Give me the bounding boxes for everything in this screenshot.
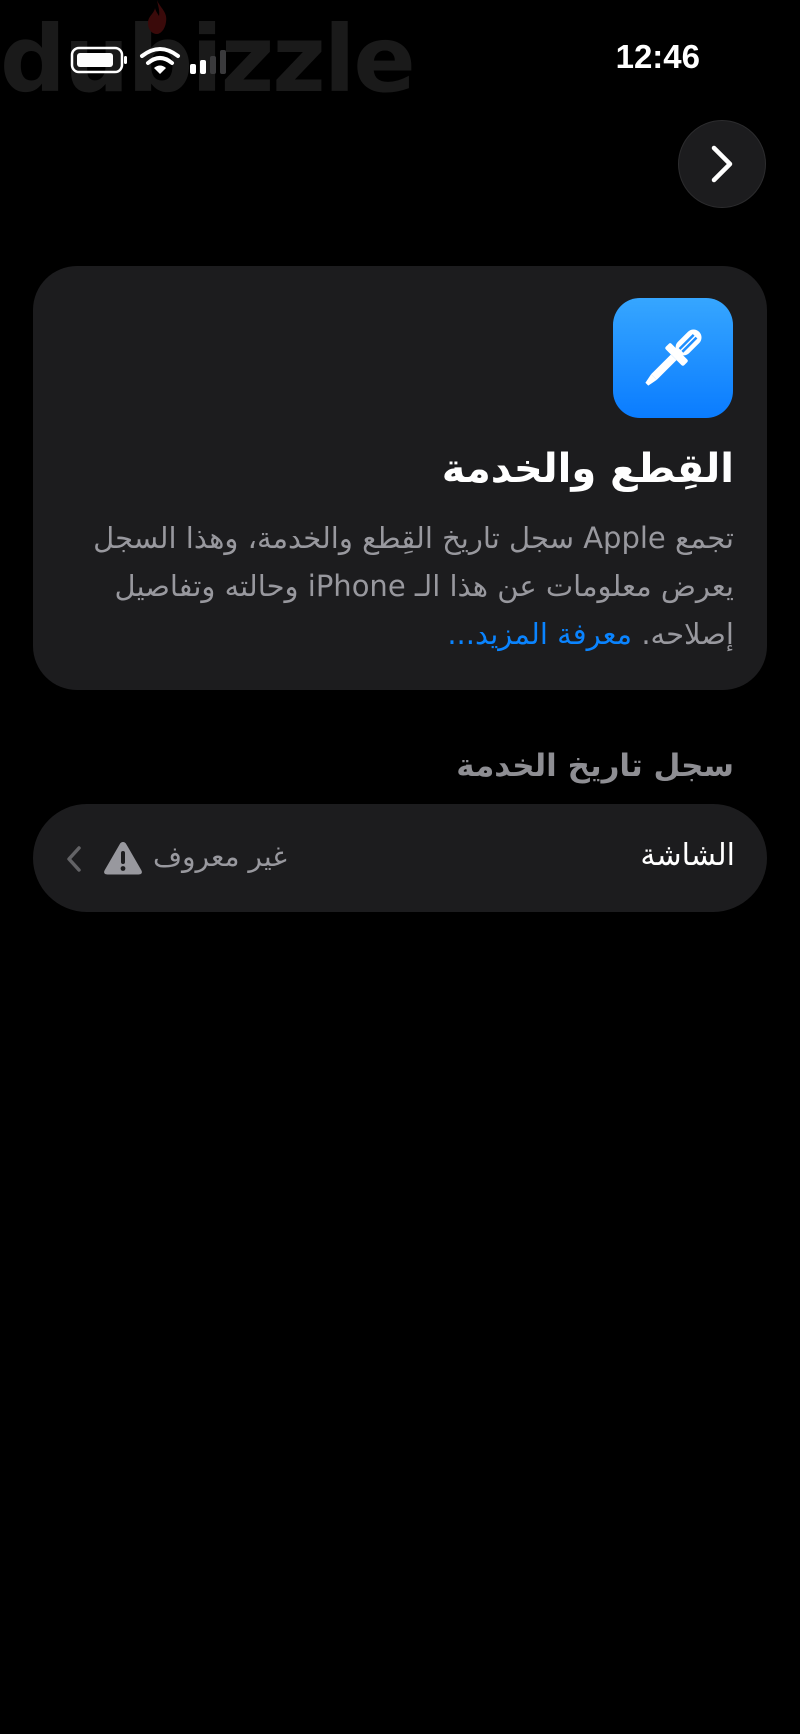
flame-icon	[148, 0, 167, 34]
description-text: تجمع Apple سجل تاريخ القِطع والخدمة، وهذ…	[93, 521, 734, 651]
parts-service-card: القِطع والخدمة تجمع Apple سجل تاريخ القِ…	[33, 266, 767, 690]
app-icon	[613, 298, 733, 418]
card-description: تجمع Apple سجل تاريخ القِطع والخدمة، وهذ…	[54, 514, 734, 658]
row-label: الشاشة	[640, 838, 735, 873]
back-button[interactable]	[678, 120, 766, 208]
wifi-icon	[140, 47, 180, 74]
screwdriver-icon	[645, 329, 702, 386]
card-title: القِطع والخدمة	[441, 446, 734, 492]
cellular-signal-icon	[190, 50, 226, 74]
status-icons	[70, 46, 226, 74]
service-history-header: سجل تاريخ الخدمة	[456, 748, 734, 784]
list-row-display[interactable]: الشاشة غير معروف	[33, 804, 767, 912]
chevron-left-icon	[67, 846, 81, 872]
status-time: 12:46	[615, 38, 700, 75]
row-status: غير معروف	[153, 840, 287, 873]
chevron-right-icon	[711, 145, 733, 183]
learn-more-link[interactable]: معرفة المزيد...	[447, 617, 632, 651]
warning-icon	[104, 842, 142, 875]
battery-icon	[70, 46, 127, 74]
